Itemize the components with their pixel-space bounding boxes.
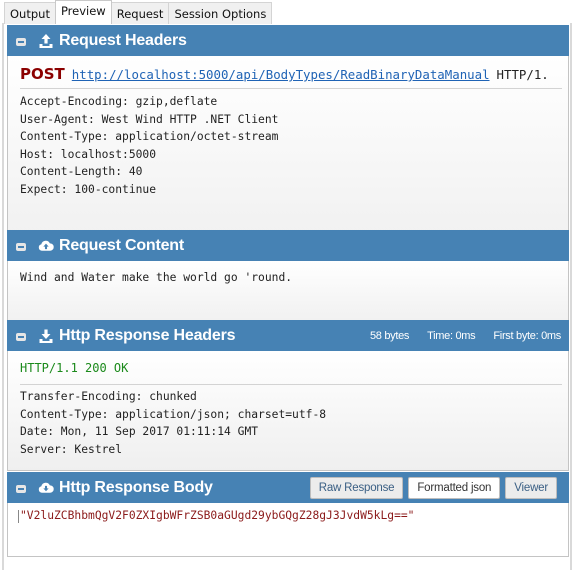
section-title: Http Response Headers [59,326,236,344]
divider [20,88,562,89]
header-line: Transfer-Encoding: chunked [20,390,197,403]
response-headers-body: HTTP/1.1 200 OK Transfer-Encoding: chunk… [7,351,569,471]
header-line: Date: Mon, 11 Sep 2017 01:11:14 GMT [20,425,259,438]
header-line: Expect: 100-continue [20,182,157,196]
tab-bar: Output Preview Request Session Options [4,0,273,24]
section-title: Request Headers [59,31,187,49]
collapse-icon[interactable] [16,37,26,46]
upload-icon [38,33,54,49]
request-content-header[interactable]: Request Content [7,230,569,261]
header-line: User-Agent: West Wind HTTP .NET Client [20,112,279,126]
viewer-button[interactable]: Viewer [505,477,557,499]
cloud-download-icon [38,480,54,496]
cloud-upload-icon [38,238,54,254]
download-icon [38,328,54,344]
request-line: POST http://localhost:5000/api/BodyTypes… [20,65,549,83]
response-headers-header[interactable]: Http Response Headers 58 bytes Time: 0ms… [7,320,569,351]
first-byte-time: First byte: 0ms [493,329,561,342]
response-headers-section: Http Response Headers 58 bytes Time: 0ms… [7,320,569,471]
divider [20,384,562,385]
collapse-icon[interactable] [16,242,26,251]
response-size: 58 bytes [369,329,410,342]
tab-output[interactable]: Output [4,2,56,24]
collapse-icon[interactable] [16,332,26,341]
request-content-section: Request Content Wind and Water make the … [7,230,569,329]
request-body-text: Wind and Water make the world go 'round. [20,271,293,284]
text-cursor [18,509,19,523]
http-verb: POST [20,65,65,83]
tab-preview[interactable]: Preview [54,0,112,24]
collapse-icon[interactable] [16,484,26,493]
header-line: Host: localhost:5000 [20,147,157,161]
response-body-text[interactable]: "V2luZCBhbmQgV2F0ZXIgbWFrZSB0aGUgd29ybGQ… [20,509,414,522]
http-protocol: HTTP/1. [496,67,549,82]
header-line: Accept-Encoding: gzip,deflate [20,95,218,108]
view-mode-buttons: Raw Response Formatted json Viewer [309,477,557,499]
response-body-section: Http Response Body Raw Response Formatte… [7,472,569,557]
header-line: Content-Type: application/json; charset=… [20,407,327,421]
response-stats: 58 bytes Time: 0ms First byte: 0ms [352,320,561,351]
tab-session-options[interactable]: Session Options [168,2,273,24]
request-headers-section: Request Headers POST http://localhost:50… [7,25,569,260]
response-body-content[interactable]: "V2luZCBhbmQgV2F0ZXIgbWFrZSB0aGUgd29ybGQ… [7,503,569,557]
header-line: Content-Length: 40 [20,165,143,178]
request-header-list: Accept-Encoding: gzip,deflate User-Agent… [20,93,278,198]
tab-request[interactable]: Request [110,2,170,24]
response-time: Time: 0ms [427,329,476,342]
status-line: HTTP/1.1 200 OK [20,361,129,375]
raw-response-button[interactable]: Raw Response [309,477,404,499]
response-header-list: Transfer-Encoding: chunked Content-Type:… [20,388,326,458]
section-title: Http Response Body [59,478,213,496]
request-url-link[interactable]: http://localhost:5000/api/BodyTypes/Read… [72,67,490,82]
section-title: Request Content [59,236,185,254]
request-content-body: Wind and Water make the world go 'round. [7,261,569,329]
header-line: Content-Type: application/octet-stream [20,130,279,143]
response-body-header[interactable]: Http Response Body Raw Response Formatte… [7,472,569,503]
request-headers-header[interactable]: Request Headers [7,25,569,56]
formatted-json-button[interactable]: Formatted json [408,477,501,499]
header-line: Server: Kestrel [20,442,123,456]
